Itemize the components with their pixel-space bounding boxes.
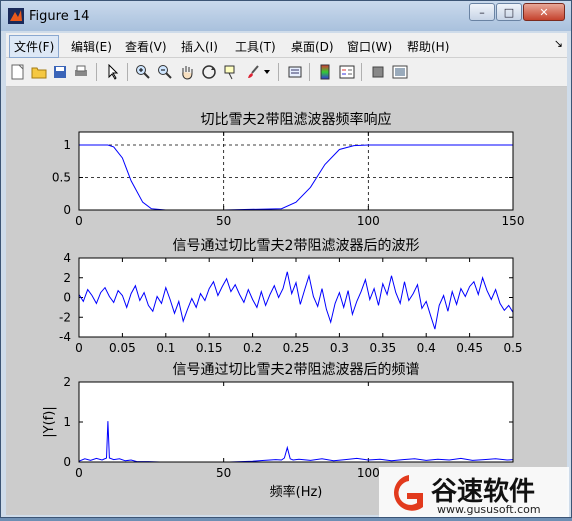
x-tick-label: 0.05 [109, 341, 136, 355]
brush-dropdown-icon[interactable] [262, 63, 272, 81]
legend-icon[interactable] [338, 63, 356, 81]
menu-file[interactable]: 文件(F) [9, 35, 60, 58]
rotate-3d-icon[interactable] [200, 63, 218, 81]
menu-insert[interactable]: 插入(I) [178, 37, 221, 56]
y-tick-label: 4 [63, 251, 71, 265]
x-tick-label: 0.3 [330, 341, 349, 355]
matlab-icon [8, 8, 24, 24]
minimize-button[interactable]: – [469, 3, 495, 21]
watermark-logo: 谷速软件 www.gususoft.com [379, 467, 569, 517]
x-axis-label: 频率(Hz) [270, 484, 323, 500]
menu-edit[interactable]: 编辑(E) [68, 37, 115, 56]
plots-svg[interactable]: 切比雪夫2带阻滤波器频率响应0 50 100 15000.51信号通过切比雪夫2带阻滤… [6, 87, 567, 515]
menu-desktop[interactable]: 桌面(D) [288, 37, 337, 56]
watermark-url: www.gususoft.com [437, 503, 541, 516]
toolbar-separator [309, 63, 310, 81]
axes-3-background[interactable] [79, 382, 513, 462]
colorbar-icon[interactable] [316, 63, 334, 81]
x-tick-label: 0.15 [196, 341, 223, 355]
x-tick-label: 150 [502, 214, 525, 228]
y-tick-label: 2 [63, 271, 71, 285]
x-tick-label: 0.25 [283, 341, 310, 355]
axes-2-background[interactable] [79, 258, 513, 337]
figure-canvas[interactable]: 切比雪夫2带阻滤波器频率响应 0 50 100 150 0 0.5 1 信号通过切比雪夫2带阻滤… [6, 87, 567, 515]
show-plot-tools-icon[interactable] [391, 63, 409, 81]
toolbar-separator [96, 63, 97, 81]
zoom-out-icon[interactable] [156, 63, 174, 81]
x-tick-label: 100 [357, 214, 380, 228]
x-tick-label: 0.35 [369, 341, 396, 355]
close-button[interactable]: ✕ [523, 3, 565, 21]
pan-hand-icon[interactable] [178, 63, 196, 81]
toolbar-separator [127, 63, 128, 81]
y-tick-label: -4 [59, 330, 71, 344]
save-icon[interactable] [51, 63, 69, 81]
dock-arrow-icon[interactable]: ↘ [554, 37, 563, 50]
menu-view[interactable]: 查看(V) [122, 37, 170, 56]
y-axis-label: |Y(f)| [42, 406, 57, 437]
x-tick-label: 0.1 [156, 341, 175, 355]
toolbar [6, 58, 567, 87]
menu-bar: 文件(F) 编辑(E) 查看(V) 插入(I) 工具(T) 桌面(D) 窗口(W… [6, 33, 567, 58]
x-tick-label: 0.2 [243, 341, 262, 355]
pointer-icon[interactable] [104, 63, 122, 81]
x-tick-label: 0 [75, 341, 83, 355]
hide-plot-tools-icon[interactable] [369, 63, 387, 81]
x-tick-label: 0 [75, 214, 83, 228]
x-tick-label: 0.45 [456, 341, 483, 355]
new-file-icon[interactable] [9, 63, 27, 81]
y-tick-label: 0 [63, 291, 71, 305]
y-tick-label: 0 [63, 203, 71, 217]
brush-icon[interactable] [244, 63, 262, 81]
x-tick-label: 0.5 [503, 341, 522, 355]
toolbar-separator [278, 63, 279, 81]
title-bar[interactable]: Figure 14 – □ ✕ [1, 1, 571, 31]
y-tick-label: 1 [63, 138, 71, 152]
plot-title: 信号通过切比雪夫2带阻滤波器后的波形 [173, 238, 420, 254]
x-tick-label: 0 [75, 466, 83, 480]
menu-help[interactable]: 帮助(H) [404, 37, 452, 56]
x-tick-label: 50 [216, 466, 231, 480]
y-tick-label: 1 [63, 415, 71, 429]
window-title: Figure 14 [29, 9, 90, 24]
y-tick-label: -2 [59, 310, 71, 324]
figure-window: Figure 14 – □ ✕ 文件(F) 编辑(E) 查看(V) 插入(I) … [0, 0, 572, 518]
x-tick-label: 0.4 [417, 341, 436, 355]
zoom-in-icon[interactable] [134, 63, 152, 81]
y-tick-label: 0 [63, 455, 71, 469]
link-icon[interactable] [286, 63, 304, 81]
data-cursor-icon[interactable] [222, 63, 240, 81]
axes-1-background[interactable] [79, 132, 513, 210]
plot-title: 信号通过切比雪夫2带阻滤波器后的频谱 [173, 362, 420, 378]
x-tick-label: 100 [357, 466, 380, 480]
print-icon[interactable] [72, 63, 90, 81]
y-tick-label: 0.5 [52, 171, 71, 185]
plot-title: 切比雪夫2带阻滤波器频率响应 [201, 111, 392, 128]
toolbar-separator [361, 63, 362, 81]
menu-window[interactable]: 窗口(W) [344, 37, 395, 56]
y-tick-label: 2 [63, 375, 71, 389]
menu-tools[interactable]: 工具(T) [232, 37, 279, 56]
open-folder-icon[interactable] [30, 63, 48, 81]
x-tick-label: 50 [216, 214, 231, 228]
maximize-button[interactable]: □ [496, 3, 522, 21]
